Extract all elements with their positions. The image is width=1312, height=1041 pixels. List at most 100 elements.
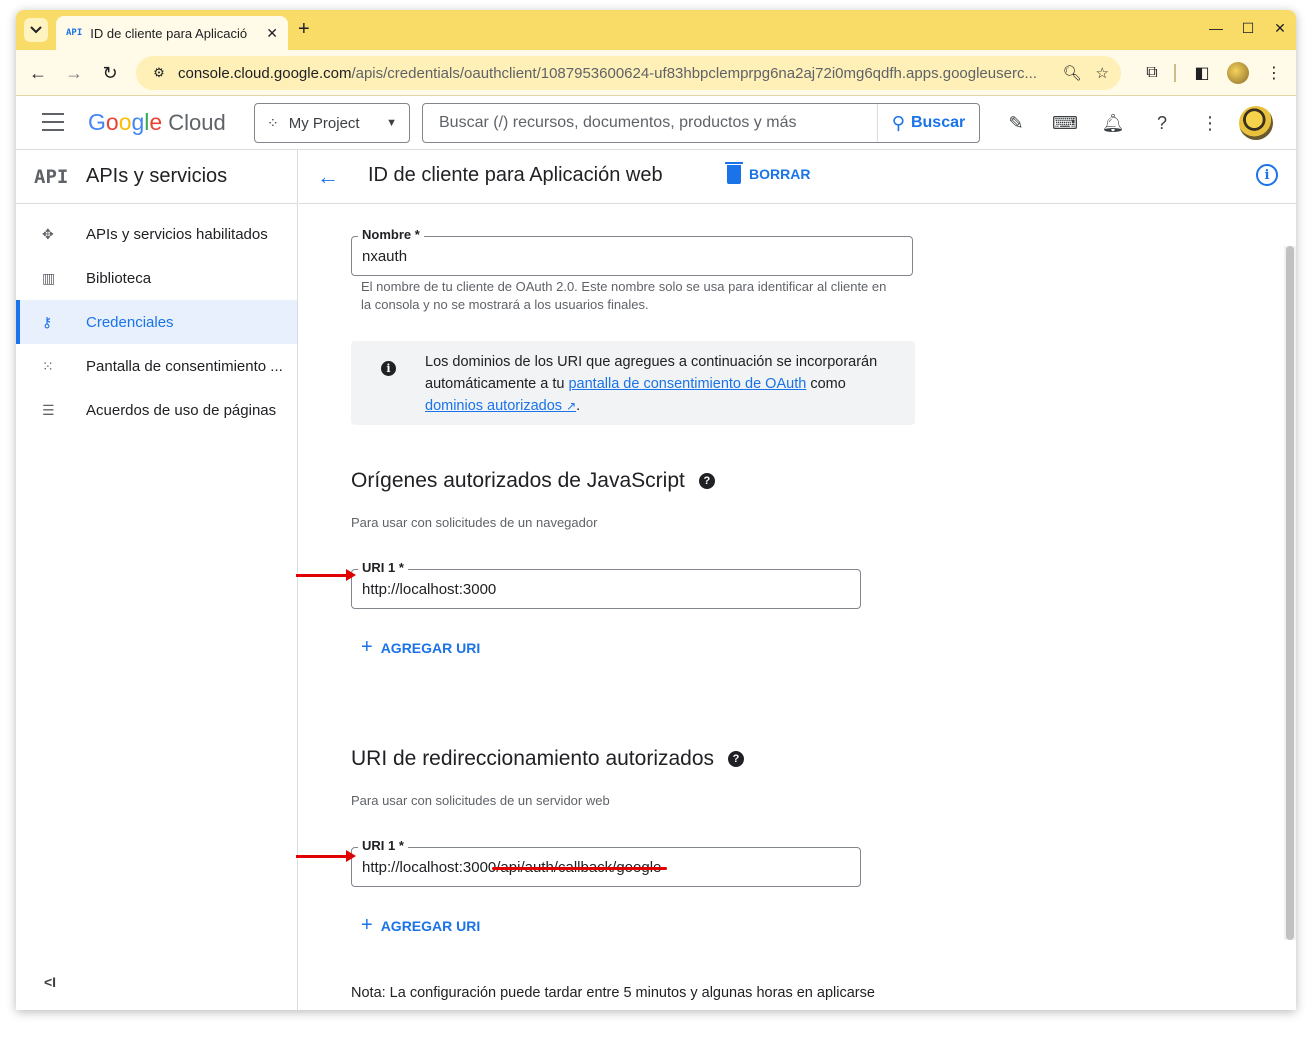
sidebar-item-library[interactable]: ▥ Biblioteca	[16, 256, 297, 300]
zoom-icon[interactable]: 🔍︎	[1063, 64, 1082, 82]
browser-tab[interactable]: API ID de cliente para Aplicació ✕	[56, 16, 288, 50]
hamburger-menu-icon[interactable]	[42, 113, 64, 133]
api-logo-icon: API	[34, 165, 69, 188]
sidebar-item-label: Pantalla de consentimiento ...	[86, 357, 283, 375]
sidebar-item-label: Acuerdos de uso de páginas	[86, 401, 277, 419]
name-hint: El nombre de tu cliente de OAuth 2.0. Es…	[361, 278, 886, 314]
name-field-value: nxauth	[362, 248, 408, 265]
window-close-icon[interactable]: ✕	[1272, 20, 1288, 36]
search-button[interactable]: ⚲ Buscar	[877, 104, 979, 142]
profile-button[interactable]	[1226, 61, 1250, 85]
scrollbar-thumb[interactable]	[1286, 246, 1294, 940]
sidebar-item-label: Credenciales	[86, 313, 174, 331]
info-callout: i Los dominios de los URI que agregues a…	[351, 341, 915, 425]
site-info-icon[interactable]: ⚙	[148, 62, 170, 84]
trash-icon	[725, 162, 743, 184]
info-text-part: como	[806, 376, 846, 392]
add-redirect-uri-button[interactable]: + AGREGAR URI	[361, 914, 480, 937]
name-hint-line: El nombre de tu cliente de OAuth 2.0. Es…	[361, 279, 887, 294]
sidebar-item-page-agreements[interactable]: ☰ Acuerdos de uso de páginas	[16, 388, 297, 432]
address-bar[interactable]: ⚙ console.cloud.google.com/apis/credenti…	[136, 56, 1121, 90]
settings-list-icon: ☰	[42, 401, 55, 418]
minimize-icon[interactable]: —	[1208, 20, 1224, 36]
collapse-sidebar-icon[interactable]: <I	[44, 974, 56, 990]
logo-google: Google	[88, 109, 163, 135]
close-icon[interactable]: ✕	[266, 25, 278, 42]
plus-icon: +	[361, 914, 373, 936]
key-icon: ⚷	[42, 313, 53, 330]
sidebar-item-consent-screen[interactable]: ⁙ Pantalla de consentimiento ...	[16, 344, 297, 388]
forward-icon[interactable]: →	[62, 61, 86, 85]
toolbar-divider	[1174, 64, 1176, 82]
help-icon[interactable]: ?	[728, 751, 745, 767]
help-icon[interactable]: ?	[1150, 111, 1174, 135]
redirect-uri-label: URI 1 *	[358, 838, 408, 853]
browser-toolbar: ← → ↻ ⚙ console.cloud.google.com/apis/cr…	[16, 50, 1296, 96]
annotation-arrow	[296, 850, 356, 862]
console-header: Google Cloud ⁘ My Project ▼ ⚲ Buscar ✎ ⌨…	[16, 96, 1296, 150]
main-panel: ← ID de cliente para Aplicación web BORR…	[299, 150, 1296, 1010]
profile-avatar	[1227, 62, 1249, 84]
delete-button[interactable]: BORRAR	[725, 162, 811, 184]
page-header: ← ID de cliente para Aplicación web BORR…	[299, 150, 1296, 204]
project-name: My Project	[288, 114, 360, 132]
add-uri-label: AGREGAR URI	[380, 639, 481, 656]
more-options-icon[interactable]: ⋮	[1198, 111, 1222, 135]
cloud-shell-icon[interactable]: ⌨	[1052, 111, 1078, 135]
sidebar-nav: ✥ APIs y servicios habilitados ▥ Bibliot…	[16, 212, 297, 432]
tab-strip: API ID de cliente para Aplicació ✕ + — ☐…	[16, 10, 1296, 50]
js-origins-title: Orígenes autorizados de JavaScript ?	[351, 469, 715, 493]
search-input[interactable]	[423, 104, 877, 142]
browser-window: API ID de cliente para Aplicació ✕ + — ☐…	[16, 10, 1296, 1010]
help-icon[interactable]: ?	[698, 473, 715, 489]
js-origin-uri-field[interactable]: URI 1 * http://localhost:3000	[351, 560, 861, 609]
maximize-icon[interactable]: ☐	[1240, 20, 1256, 36]
new-tab-plus-icon[interactable]: +	[298, 18, 310, 41]
bookmark-star-icon[interactable]: ☆	[1096, 64, 1109, 82]
authorized-domains-link[interactable]: dominios autorizados ↗	[425, 398, 576, 414]
name-hint-line: la consola y no se mostrará a los usuari…	[361, 297, 649, 312]
chevron-down-icon	[30, 26, 42, 34]
omnibox-actions: 🔍︎ ☆	[1063, 64, 1110, 82]
annotation-arrow	[296, 569, 356, 581]
plus-icon: +	[361, 636, 373, 658]
back-arrow-icon[interactable]: ←	[317, 164, 339, 190]
back-icon[interactable]: ←	[26, 61, 50, 85]
gemini-chat-icon[interactable]: ✎	[1004, 111, 1028, 135]
caret-down-icon: ▼	[386, 117, 397, 129]
sidebar-item-enabled-apis[interactable]: ✥ APIs y servicios habilitados	[16, 212, 297, 256]
annotation-underline	[492, 867, 667, 870]
name-field-label: Nombre *	[358, 227, 424, 242]
sidebar-header: API APIs y servicios	[16, 150, 297, 204]
account-avatar[interactable]	[1239, 106, 1273, 140]
redirect-uris-title-text: URI de redireccionamiento autorizados	[351, 747, 715, 770]
url-text: console.cloud.google.com/apis/credential…	[178, 65, 1052, 82]
name-field[interactable]: Nombre * nxauth	[351, 227, 913, 276]
info-panel-icon[interactable]: i	[1256, 164, 1278, 186]
sidebar-item-label: Biblioteca	[86, 269, 152, 287]
consent-screen-link[interactable]: pantalla de consentimiento de OAuth	[568, 376, 806, 392]
notifications-bell-icon[interactable]: 🔔︎	[1101, 111, 1125, 135]
add-uri-label: AGREGAR URI	[380, 917, 481, 934]
tab-search-button[interactable]	[24, 18, 48, 42]
reload-icon[interactable]: ↻	[98, 61, 122, 85]
js-origin-uri-value: http://localhost:3000	[362, 581, 497, 598]
add-js-origin-button[interactable]: + AGREGAR URI	[361, 636, 480, 659]
scrollbar[interactable]	[1284, 246, 1296, 940]
url-host: console.cloud.google.com	[178, 64, 352, 82]
redirect-uris-subtitle: Para usar con solicitudes de un servidor…	[351, 793, 610, 808]
hub-icon: ✥	[42, 225, 54, 242]
project-picker[interactable]: ⁘ My Project ▼	[254, 103, 410, 143]
side-panel-icon[interactable]: ◧	[1190, 61, 1214, 85]
browser-menu-icon[interactable]: ⋮	[1262, 61, 1286, 85]
google-cloud-logo[interactable]: Google Cloud	[88, 109, 226, 136]
url-path: /apis/credentials/oauthclient/1087953600…	[351, 64, 1037, 82]
delete-label: BORRAR	[749, 165, 811, 182]
redirect-uris-title: URI de redireccionamiento autorizados ?	[351, 747, 745, 771]
page-title: ID de cliente para Aplicación web	[368, 164, 663, 186]
search-icon: ⚲	[891, 112, 905, 133]
sidebar-item-label: APIs y servicios habilitados	[86, 225, 268, 243]
extensions-icon[interactable]: ⧉	[1140, 61, 1164, 85]
sidebar-item-credentials[interactable]: ⚷ Credenciales	[16, 300, 297, 344]
api-favicon-icon: API	[66, 28, 83, 38]
